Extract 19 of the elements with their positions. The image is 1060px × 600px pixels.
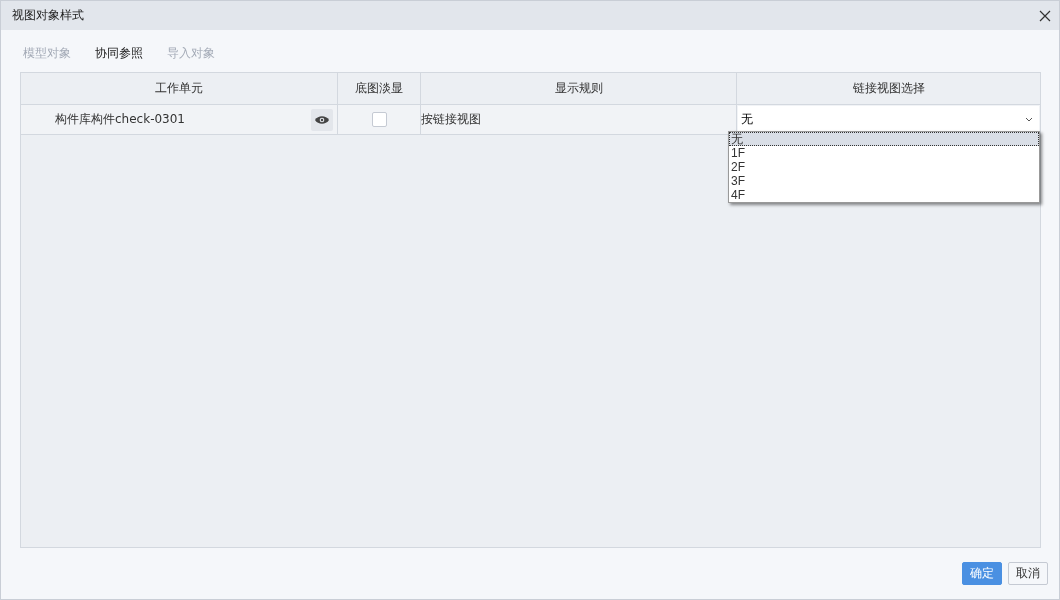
dropdown-option[interactable]: 3F [729, 174, 1039, 188]
dropdown-option[interactable]: 1F [729, 146, 1039, 160]
column-header: 底图淡显 [337, 73, 421, 105]
tab[interactable]: 协同参照 [95, 43, 143, 63]
window-title: 视图对象样式 [12, 7, 84, 24]
column-header: 链接视图选择 [736, 73, 1040, 105]
link-view-select[interactable]: 无 [738, 106, 1039, 133]
checkbox[interactable] [371, 112, 387, 127]
chevron-icon [1025, 117, 1033, 122]
column-header: 工作单元 [21, 73, 338, 105]
dropdown-option[interactable]: 2F [729, 160, 1039, 174]
dropdown-option[interactable]: 4F [729, 188, 1039, 202]
close-icon[interactable] [1039, 9, 1051, 22]
dropdown-option[interactable]: 无 [729, 132, 1039, 146]
eye-icon[interactable] [311, 108, 333, 131]
cancel-button[interactable]: 取消 [1008, 562, 1048, 585]
work-unit-name: 构件库构件check-0301 [55, 111, 185, 128]
column-header: 显示规则 [420, 73, 737, 105]
display-rule-text: 按链接视图 [421, 112, 481, 126]
